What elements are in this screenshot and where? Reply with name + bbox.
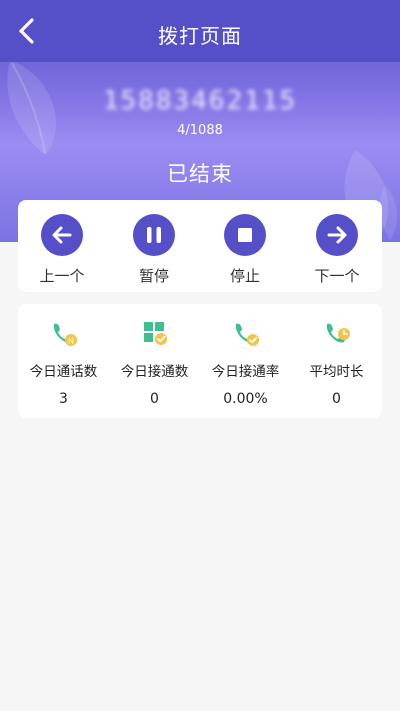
- previous-label: 上一个: [39, 267, 85, 285]
- next-label: 下一个: [314, 267, 360, 285]
- stat-today-connected: 今日接通数 0: [109, 320, 200, 407]
- previous-button[interactable]: 上一个: [22, 214, 102, 286]
- stat-label: 今日接通数: [120, 364, 189, 380]
- stat-label: 今日接通率: [211, 364, 280, 380]
- stat-value: 0: [150, 391, 159, 407]
- page-title: 拨打页面: [158, 24, 242, 48]
- phone-number: 15883462115: [102, 86, 298, 116]
- stat-average-duration: 平均时长 0: [291, 320, 382, 407]
- stop-icon: [238, 228, 252, 242]
- stat-value: 3: [59, 391, 68, 407]
- stat-value: 0: [332, 391, 341, 407]
- stop-label: 停止: [229, 267, 260, 285]
- stat-label: 今日通话数: [29, 364, 98, 380]
- grid-check-icon: [141, 320, 169, 348]
- call-counter: 4/1088: [177, 123, 223, 138]
- control-panel: 上一个 暂停 停止 下一个: [18, 200, 382, 292]
- stat-value: 0.00%: [223, 391, 268, 407]
- pause-button[interactable]: 暂停: [114, 214, 194, 286]
- next-button[interactable]: 下一个: [297, 214, 377, 286]
- pause-label: 暂停: [138, 267, 169, 285]
- stat-today-rate: 今日接通率 0.00%: [200, 320, 291, 407]
- stats-panel: N 今日通话数 3 今日接通数 0 今日接通率 0.00% 平均时长 0: [18, 304, 382, 418]
- phone-clock-icon: [323, 320, 351, 348]
- phone-check-icon: [232, 320, 260, 348]
- pause-icon: [147, 227, 161, 243]
- svg-text:N: N: [68, 337, 74, 346]
- arrow-left-icon: [52, 226, 72, 244]
- stop-button[interactable]: 停止: [205, 214, 285, 286]
- top-bar: 拨打页面: [0, 0, 400, 62]
- stat-today-calls: N 今日通话数 3: [18, 320, 109, 407]
- stat-label: 平均时长: [309, 364, 364, 380]
- phone-n-icon: N: [50, 320, 78, 348]
- arrow-right-icon: [327, 226, 347, 244]
- call-status: 已结束: [167, 162, 233, 186]
